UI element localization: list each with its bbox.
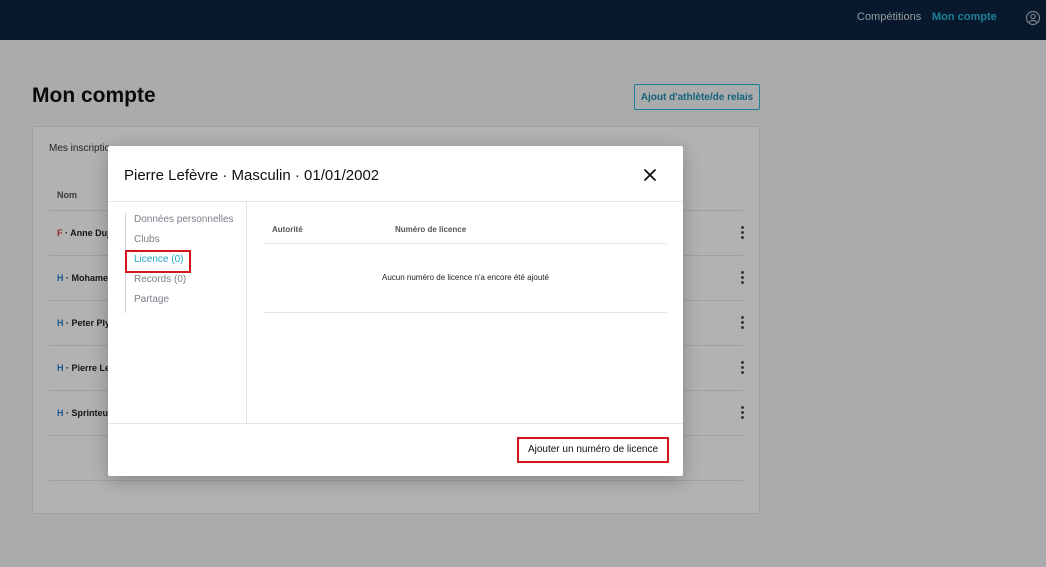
- divider: [108, 423, 683, 424]
- column-header-licence-number: Numéro de licence: [395, 225, 467, 234]
- sidebar-item-sharing[interactable]: Partage: [134, 293, 234, 313]
- add-licence-button[interactable]: Ajouter un numéro de licence: [517, 437, 669, 463]
- divider: [108, 201, 683, 202]
- empty-state-text: Aucun numéro de licence n'a encore été a…: [382, 273, 549, 282]
- divider: [264, 243, 667, 244]
- divider: [246, 202, 247, 423]
- sidebar-item-personal-data[interactable]: Données personnelles: [134, 213, 234, 233]
- close-icon[interactable]: [641, 166, 659, 184]
- athlete-dialog: Pierre Lefèvre · Masculin · 01/01/2002 D…: [108, 146, 683, 476]
- sidebar-item-records[interactable]: Records (0): [134, 273, 234, 293]
- column-header-authority: Autorité: [272, 225, 303, 234]
- dialog-title: Pierre Lefèvre · Masculin · 01/01/2002: [124, 167, 380, 184]
- highlight-box: [125, 250, 191, 273]
- divider: [264, 312, 667, 313]
